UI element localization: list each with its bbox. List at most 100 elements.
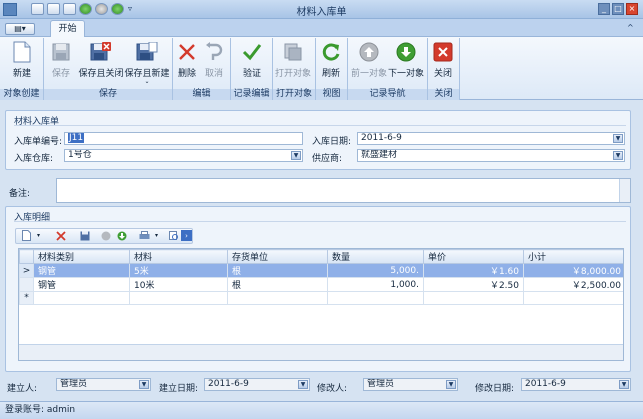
- status-bar: 登录账号: admin: [0, 401, 643, 419]
- cell-empty[interactable]: [327, 291, 424, 305]
- login-account-text: 登录账号: admin: [5, 405, 76, 415]
- refresh-button[interactable]: 刷新: [318, 40, 344, 86]
- remark-textarea[interactable]: [56, 178, 631, 203]
- modifier-label: 修改人:: [317, 384, 348, 394]
- group-label-record-edit: 记录编辑: [231, 89, 272, 100]
- cell-subtotal[interactable]: ￥8,000.00: [523, 263, 623, 278]
- tab-home[interactable]: 开始: [50, 20, 85, 38]
- undo-arrow-icon: [203, 41, 225, 63]
- detail-grid: 材料类别 材料 存货单位 数量 单价 小计 > 钢管 5米 根 5,000. ￥…: [18, 248, 624, 361]
- app-menu-button[interactable]: ▤▾: [5, 23, 35, 35]
- modify-date-picker[interactable]: 2011-6-9 ▼: [521, 378, 631, 391]
- grid-find-icon[interactable]: [168, 230, 179, 241]
- receipt-date-label: 入库日期:: [312, 137, 352, 147]
- modifier-select[interactable]: 管理员 ▼: [363, 378, 458, 391]
- grid-print-dropdown-icon[interactable]: ▾: [151, 230, 162, 241]
- row-indicator[interactable]: >: [19, 263, 34, 278]
- cell-category[interactable]: 钢管: [33, 277, 130, 292]
- cell-category[interactable]: 钢管: [33, 263, 130, 278]
- open-object-button[interactable]: 打开对象: [273, 40, 313, 86]
- cell-empty[interactable]: [423, 291, 524, 305]
- close-button-label: 关闭: [433, 69, 452, 79]
- grid-new-icon[interactable]: [21, 230, 32, 241]
- receipt-no-input[interactable]: J11: [64, 132, 303, 145]
- grid-print-icon[interactable]: [139, 230, 150, 241]
- cell-material[interactable]: 5米: [129, 263, 228, 278]
- chevron-down-icon[interactable]: ▼: [298, 380, 308, 389]
- cell-quantity[interactable]: 5,000.: [327, 263, 424, 278]
- ribbon-tab-row: [0, 19, 643, 37]
- delete-button[interactable]: 删除: [175, 40, 199, 86]
- ribbon-collapse-icon[interactable]: ^: [627, 23, 634, 32]
- cell-unit[interactable]: 根: [227, 277, 328, 292]
- cell-empty[interactable]: [523, 291, 623, 305]
- next-object-button[interactable]: 下一对象: [387, 40, 425, 86]
- cell-empty[interactable]: [129, 291, 228, 305]
- new-button[interactable]: 新建: [4, 40, 40, 86]
- save-new-button[interactable]: 保存且新建 ⌄: [123, 40, 171, 86]
- column-header-subtotal[interactable]: 小计: [523, 249, 623, 264]
- row-indicator[interactable]: [19, 277, 34, 292]
- chevron-down-icon[interactable]: ▼: [291, 151, 301, 160]
- close-button[interactable]: 关闭: [429, 40, 457, 86]
- cell-unit[interactable]: 根: [227, 263, 328, 278]
- maximize-button[interactable]: □: [612, 3, 624, 15]
- cell-material[interactable]: 10米: [129, 277, 228, 292]
- supplier-select[interactable]: 就盛建材 ▼: [357, 149, 625, 162]
- cell-empty[interactable]: [33, 291, 130, 305]
- creator-select[interactable]: 管理员 ▼: [56, 378, 151, 391]
- cell-price[interactable]: ￥2.50: [423, 277, 524, 292]
- grid-next-icon[interactable]: [116, 230, 127, 241]
- remark-scrollbar[interactable]: [619, 179, 630, 202]
- warehouse-select[interactable]: 1号仓 ▼: [64, 149, 303, 162]
- verify-button[interactable]: 验证: [237, 40, 267, 86]
- cell-subtotal[interactable]: ￥2,500.00: [523, 277, 623, 292]
- save-new-dropdown-icon[interactable]: ⌄: [123, 79, 171, 85]
- table-row[interactable]: > 钢管 5米 根 5,000. ￥1.60 ￥8,000.00: [19, 263, 623, 278]
- receipt-no-label: 入库单编号:: [14, 137, 63, 147]
- prev-object-button[interactable]: 前一对象: [350, 40, 388, 86]
- chevron-down-icon[interactable]: ▼: [446, 380, 456, 389]
- next-object-button-label: 下一对象: [387, 69, 424, 79]
- chevron-down-icon[interactable]: ▼: [613, 151, 623, 160]
- chevron-down-icon[interactable]: ▼: [139, 380, 149, 389]
- receipt-date-value: 2011-6-9: [361, 133, 402, 143]
- group-separator: [459, 38, 460, 100]
- new-row-indicator[interactable]: *: [19, 291, 34, 305]
- save-button[interactable]: 保存: [45, 40, 77, 86]
- cell-price[interactable]: ￥1.60: [423, 263, 524, 278]
- up-arrow-circle-icon: [358, 41, 380, 63]
- open-object-button-label: 打开对象: [274, 69, 311, 79]
- create-date-picker[interactable]: 2011-6-9 ▼: [204, 378, 310, 391]
- grid-new-dropdown-icon[interactable]: ▾: [33, 230, 44, 241]
- refresh-button-label: 刷新: [321, 69, 340, 79]
- new-document-icon: [11, 41, 33, 63]
- cell-empty[interactable]: [227, 291, 328, 305]
- receipt-date-picker[interactable]: 2011-6-9 ▼: [357, 132, 625, 145]
- grid-delete-icon[interactable]: [55, 230, 66, 241]
- grid-more-icon[interactable]: ›: [181, 230, 192, 241]
- checkmark-icon: [241, 41, 263, 63]
- detail-table: 材料类别 材料 存货单位 数量 单价 小计 > 钢管 5米 根 5,000. ￥…: [19, 249, 623, 305]
- table-row[interactable]: 钢管 10米 根 1,000. ￥2.50 ￥2,500.00: [19, 277, 623, 292]
- cell-quantity[interactable]: 1,000.: [327, 277, 424, 292]
- grid-save-icon[interactable]: [79, 230, 90, 241]
- grid-prev-icon[interactable]: [100, 230, 111, 241]
- close-window-button[interactable]: ×: [626, 3, 638, 15]
- chevron-down-icon[interactable]: ▼: [619, 380, 629, 389]
- column-header-material[interactable]: 材料: [129, 249, 228, 264]
- column-header-unit[interactable]: 存货单位: [227, 249, 328, 264]
- save-close-button[interactable]: 保存且关闭: [77, 40, 125, 86]
- save-new-icon: [136, 41, 158, 63]
- column-header-category[interactable]: 材料类别: [33, 249, 130, 264]
- group-label-record-nav: 记录导航: [348, 89, 427, 100]
- remark-label: 备注:: [9, 189, 31, 199]
- save-close-button-label: 保存且关闭: [78, 69, 124, 79]
- minimize-button[interactable]: _: [598, 3, 610, 15]
- column-header-quantity[interactable]: 数量: [327, 249, 424, 264]
- cancel-button[interactable]: 取消: [202, 40, 226, 86]
- table-new-row[interactable]: *: [19, 291, 623, 305]
- column-header-indicator: [19, 249, 34, 264]
- column-header-price[interactable]: 单价: [423, 249, 524, 264]
- chevron-down-icon[interactable]: ▼: [613, 134, 623, 143]
